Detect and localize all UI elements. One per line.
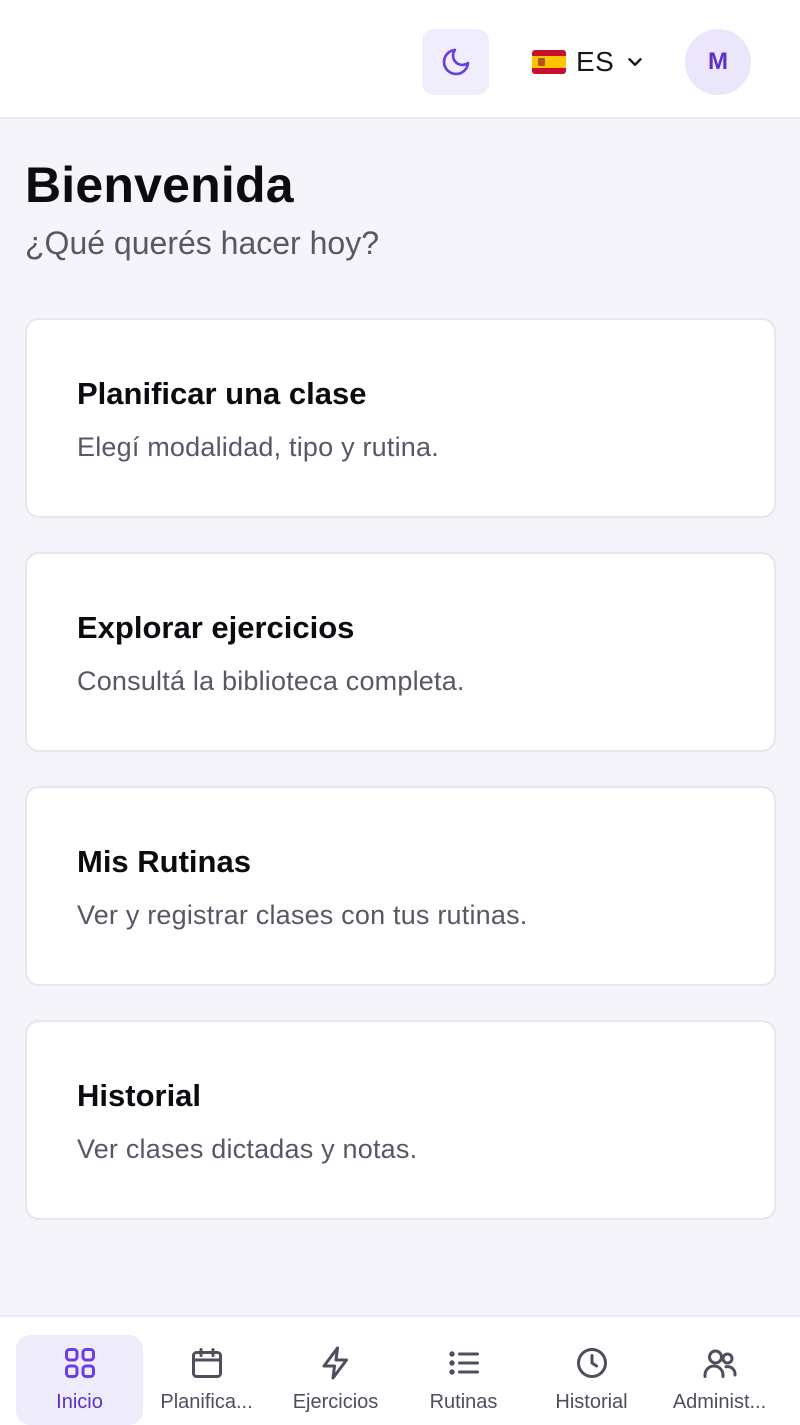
- top-bar: ES M: [0, 0, 800, 119]
- moon-icon: [442, 48, 469, 76]
- nav-label: Administ...: [672, 1391, 767, 1413]
- nav-item-administrar[interactable]: Administ...: [656, 1335, 783, 1425]
- calendar-icon: [191, 1348, 222, 1378]
- nav-item-inicio[interactable]: Inicio: [16, 1335, 143, 1425]
- card-title: Explorar ejercicios: [77, 610, 355, 645]
- users-icon: [703, 1349, 736, 1378]
- page-title: Bienvenida: [25, 157, 294, 213]
- nav-label: Ejercicios: [292, 1391, 379, 1413]
- card-plan-class[interactable]: Planificar una clase Elegí modalidad, ti…: [25, 318, 776, 518]
- chevron-down-icon: [628, 58, 643, 66]
- card-explore-exercises[interactable]: Explorar ejercicios Consultá la bibliote…: [25, 552, 776, 752]
- clock-icon: [576, 1348, 607, 1378]
- spain-flag-icon: [532, 50, 566, 74]
- language-selector[interactable]: ES: [532, 40, 646, 84]
- card-description: Consultá la biblioteca completa.: [77, 666, 465, 696]
- nav-label: Inicio: [56, 1391, 103, 1413]
- card-description: Ver y registrar clases con tus rutinas.: [77, 900, 528, 930]
- language-code: ES: [576, 46, 615, 77]
- nav-item-historial[interactable]: Historial: [528, 1335, 655, 1425]
- nav-item-planificar[interactable]: Planifica...: [143, 1335, 270, 1425]
- nav-label: Historial: [555, 1391, 628, 1413]
- card-history[interactable]: Historial Ver clases dictadas y notas.: [25, 1020, 776, 1220]
- card-title: Planificar una clase: [77, 376, 367, 411]
- list-icon: [448, 1351, 479, 1375]
- user-avatar[interactable]: M: [685, 29, 751, 95]
- nav-item-ejercicios[interactable]: Ejercicios: [272, 1335, 399, 1425]
- page-subtitle: ¿Qué querés hacer hoy?: [25, 225, 379, 261]
- bottom-navigation: Inicio Planifica... Ejercicios Rutinas H…: [0, 1315, 800, 1425]
- avatar-initial: M: [708, 48, 728, 75]
- grid-icon: [64, 1348, 95, 1378]
- nav-item-rutinas[interactable]: Rutinas: [400, 1335, 527, 1425]
- card-description: Ver clases dictadas y notas.: [77, 1134, 418, 1164]
- nav-label: Rutinas: [429, 1391, 498, 1413]
- nav-label: Planifica...: [160, 1391, 253, 1413]
- theme-toggle-button[interactable]: [422, 29, 489, 95]
- card-description: Elegí modalidad, tipo y rutina.: [77, 432, 439, 462]
- card-title: Mis Rutinas: [77, 844, 251, 879]
- lightning-icon: [322, 1346, 348, 1380]
- card-title: Historial: [77, 1078, 202, 1113]
- card-my-routines[interactable]: Mis Rutinas Ver y registrar clases con t…: [25, 786, 776, 986]
